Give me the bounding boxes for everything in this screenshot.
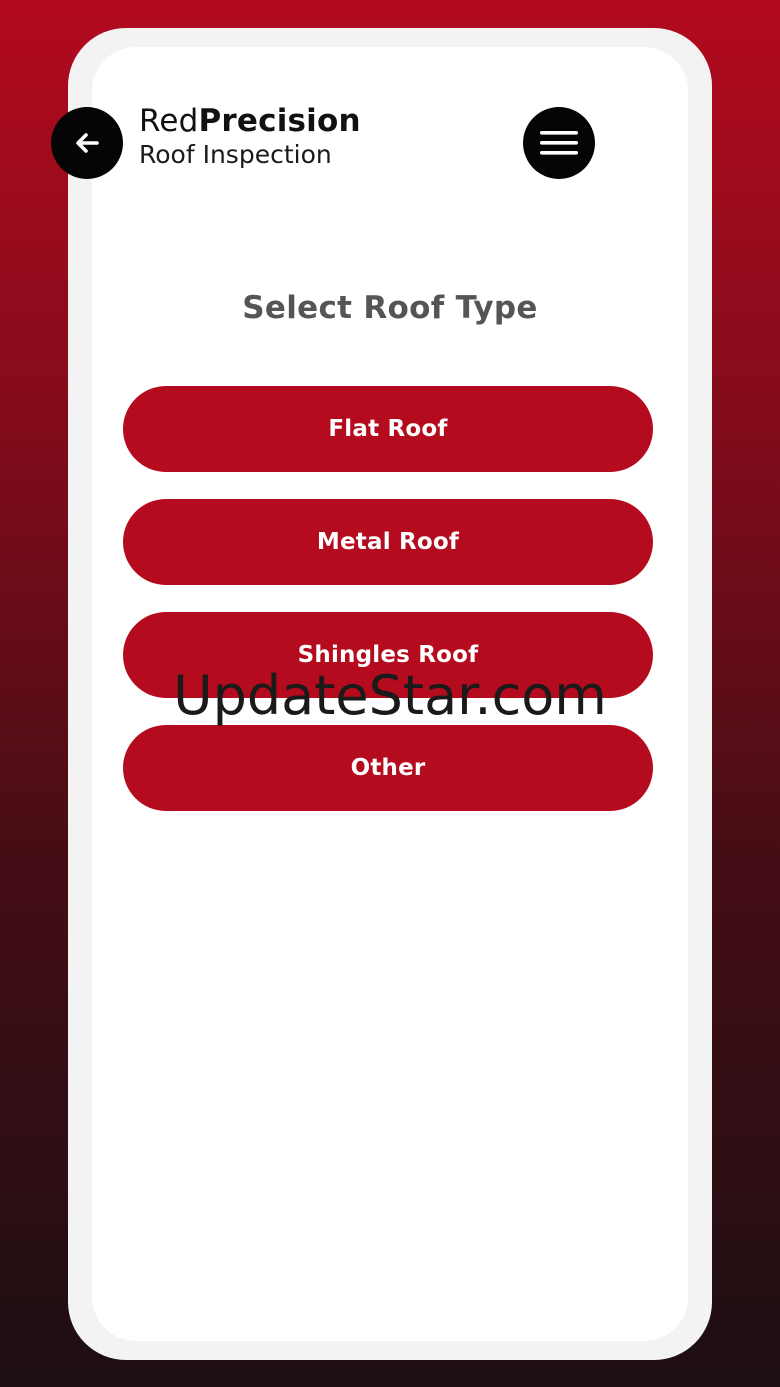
metal-roof-button[interactable]: Metal Roof [123,499,653,585]
arrow-left-icon [76,133,99,153]
brand-name: RedPrecision [139,106,361,137]
brand-name-precision: Precision [198,103,361,139]
hamburger-menu-icon [540,131,578,155]
brand-name-red: Red [139,103,199,139]
page-title: Select Roof Type [242,290,538,326]
back-button[interactable] [51,107,123,179]
brand-subtitle: Roof Inspection [139,140,332,169]
menu-button[interactable] [523,107,595,179]
shingles-roof-button[interactable]: Shingles Roof [123,612,653,698]
other-roof-button[interactable]: Other [123,725,653,811]
app-brand: RedPrecision Roof Inspection [139,106,361,169]
flat-roof-button[interactable]: Flat Roof [123,386,653,472]
